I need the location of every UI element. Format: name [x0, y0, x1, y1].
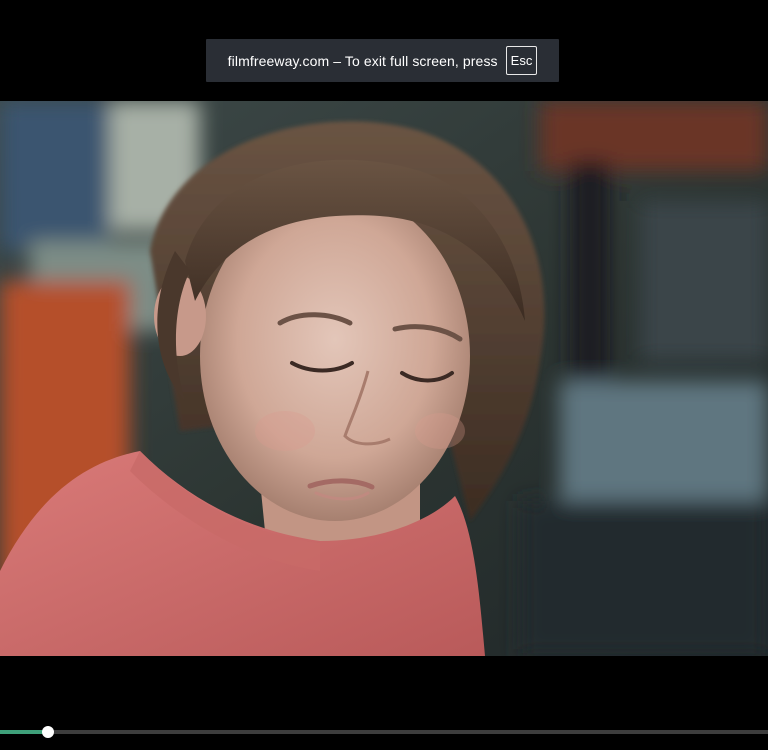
seek-thumb-handle[interactable]	[42, 726, 55, 738]
video-frame[interactable]	[0, 101, 768, 656]
video-still-image	[0, 101, 768, 656]
seek-bar[interactable]	[0, 726, 768, 738]
esc-key-badge: Esc	[505, 46, 538, 75]
seek-track[interactable]	[0, 730, 768, 734]
fullscreen-notice-text: filmfreeway.com – To exit full screen, p…	[227, 52, 498, 69]
video-player[interactable]: filmfreeway.com – To exit full screen, p…	[0, 0, 768, 750]
fullscreen-exit-notice: filmfreeway.com – To exit full screen, p…	[206, 39, 559, 82]
seek-progress-fill	[0, 730, 49, 734]
